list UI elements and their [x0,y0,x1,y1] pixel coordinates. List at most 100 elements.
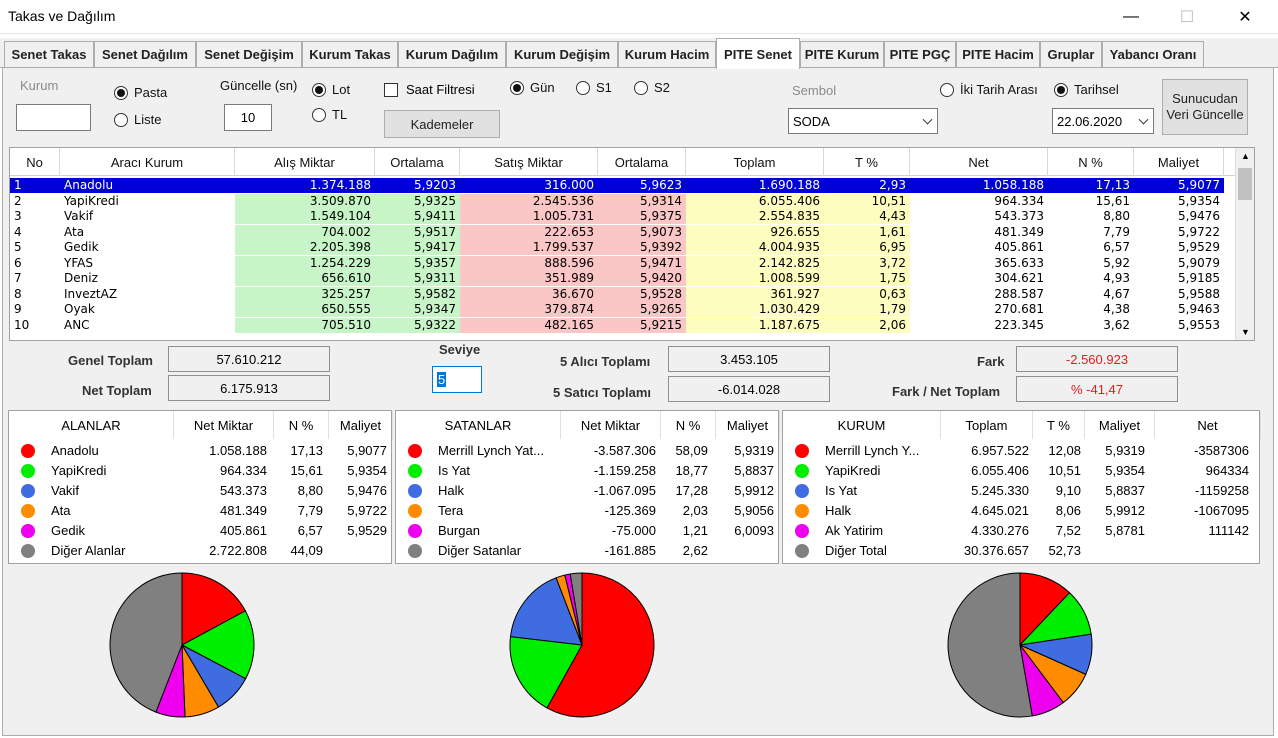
list-item[interactable]: Merrill Lynch Yat... -3.587.306 58,09 5,931… [396,441,778,461]
table-cell: 5,92 [1103,255,1130,270]
tab-kurum-takas[interactable]: Kurum Takas [302,41,398,67]
list-item[interactable]: Is Yat 5.245.330 9,10 5,8837 -1159258 [783,481,1259,501]
column-header[interactable]: Aracı Kurum [60,148,235,176]
list-item[interactable]: Halk -1.067.095 17,28 5,9912 [396,481,778,501]
tab-pite-kurum[interactable]: PITE Kurum [800,41,884,67]
scroll-up-icon[interactable]: ▲ [1241,151,1250,161]
table-cell: 288.587 [994,286,1044,301]
legend-color-dot [795,464,809,478]
list-item[interactable]: Vakif 543.373 8,80 5,9476 [9,481,391,501]
column-header[interactable]: Alış Miktar [235,148,375,176]
tl-radio[interactable]: TL [312,107,347,122]
tab-kurum-hacim[interactable]: Kurum Hacim [618,41,716,67]
kademeler-button[interactable]: Kademeler [384,110,500,138]
close-button[interactable]: ✕ [1222,0,1268,34]
table-row[interactable]: 10 ANC 705.510 5,9322 482.165 5,9215 1.187.675… [10,317,1236,333]
tab-senet-dagilim[interactable]: Senet Dağılım [94,41,196,67]
column-header[interactable]: KURUM [783,411,941,439]
tab-senet-degisim[interactable]: Senet Değişim [196,41,302,67]
tab-yabanci-orani[interactable]: Yabancı Oranı [1102,41,1204,67]
iki-tarih-radio[interactable]: İki Tarih Arası [940,82,1038,97]
minimize-button[interactable]: — [1108,0,1154,34]
column-header[interactable]: N % [274,411,329,439]
column-header[interactable]: Net [1155,411,1261,439]
pasta-radio[interactable]: Pasta [114,85,167,100]
pie-slice [947,572,1033,718]
column-header[interactable]: T % [824,148,910,176]
scroll-thumb[interactable] [1238,168,1252,200]
guncelle-input[interactable]: 10 [224,104,272,131]
column-header[interactable]: N % [661,411,716,439]
gun-radio[interactable]: Gün [510,80,555,95]
maximize-button[interactable]: ☐ [1164,0,1210,34]
column-header[interactable]: SATANLAR [396,411,561,439]
column-header[interactable]: Maliyet [1085,411,1155,439]
table-cell: YFAS [64,255,93,270]
list-item[interactable]: Tera -125.369 2,03 5,9056 [396,501,778,521]
tab-pite-pgc[interactable]: PITE PGÇ [884,41,956,67]
cell-cost [1083,541,1145,561]
column-header[interactable]: Ortalama [375,148,460,176]
list-item[interactable]: Halk 4.645.021 8,06 5,9912 -1067095 [783,501,1259,521]
table-row[interactable]: 1 Anadolu 1.374.188 5,9203 316.000 5,9623 1.69… [10,178,1236,193]
column-header[interactable]: ALANLAR [9,411,174,439]
column-header[interactable]: Toplam [686,148,824,176]
list-item[interactable]: Diğer Satanlar -161.885 2,62 [396,541,778,561]
sembol-combo[interactable]: SODA [788,108,938,134]
s1-radio[interactable]: S1 [576,80,612,95]
table-row[interactable]: 5 Gedik 2.205.398 5,9417 1.799.537 5,9392 4.00… [10,240,1236,255]
saat-filtresi-checkbox[interactable]: Saat Filtresi [384,82,475,97]
column-header[interactable]: Net Miktar [174,411,274,439]
column-header[interactable]: No [10,148,60,176]
table-row[interactable]: 7 Deniz 656.610 5,9311 351.989 5,9420 1.008.59… [10,271,1236,286]
s2-radio[interactable]: S2 [634,80,670,95]
cell-name: Vakif [51,483,79,498]
tab-kurum-degisim[interactable]: Kurum Değişim [506,41,618,67]
column-header[interactable]: Toplam [941,411,1033,439]
column-header[interactable]: Ortalama [598,148,686,176]
kurum-input[interactable] [16,104,91,131]
date-picker[interactable]: 22.06.2020 [1052,108,1154,134]
table-cell: 964.334 [994,193,1044,208]
list-item[interactable]: Diğer Alanlar 2.722.808 44,09 [9,541,391,561]
column-header[interactable]: Maliyet [1134,148,1224,176]
list-item[interactable]: Anadolu 1.058.188 17,13 5,9077 [9,441,391,461]
tab-pite-senet[interactable]: PITE Senet [716,38,800,69]
column-header[interactable]: Net Miktar [561,411,661,439]
list-item[interactable]: Ak Yatirim 4.330.276 7,52 5,8781 111142 [783,521,1259,541]
column-header[interactable]: Satış Miktar [460,148,598,176]
table-row[interactable]: 9 Oyak 650.555 5,9347 379.874 5,9265 1.030.429… [10,302,1236,317]
lot-radio[interactable]: Lot [312,82,350,97]
vertical-scrollbar[interactable]: ▲ ▼ [1235,148,1254,340]
table-row[interactable]: 2 YapiKredi 3.509.870 5,9325 2.545.536 5,9314… [10,193,1236,209]
list-item[interactable]: YapiKredi 6.055.406 10,51 5,9354 964334 [783,461,1259,481]
sembol-value: SODA [793,113,830,129]
tab-senet-takas[interactable]: Senet Takas [4,41,94,67]
scroll-down-icon[interactable]: ▼ [1241,327,1250,337]
column-header[interactable]: Net [910,148,1048,176]
column-header[interactable]: T % [1033,411,1085,439]
seviye-input[interactable]: 5 [432,366,482,393]
table-row[interactable]: 4 Ata 704.002 5,9517 222.653 5,9073 926.655 1,6… [10,224,1236,240]
list-item[interactable]: Burgan -75.000 1,21 6,0093 [396,521,778,541]
column-header[interactable]: Maliyet [329,411,393,439]
cell-name: YapiKredi [51,463,107,478]
list-item[interactable]: Diğer Total 30.376.657 52,73 [783,541,1259,561]
list-item[interactable]: YapiKredi 964.334 15,61 5,9354 [9,461,391,481]
table-row[interactable]: 8 InveztAZ 325.257 5,9582 36.670 5,9528 361.92… [10,286,1236,302]
column-header[interactable]: Maliyet [716,411,780,439]
list-item[interactable]: Ata 481.349 7,79 5,9722 [9,501,391,521]
tab-kurum-dagilim[interactable]: Kurum Dağılım [398,41,506,67]
table-row[interactable]: 6 YFAS 1.254.229 5,9357 888.596 5,9471 2.142.8… [10,255,1236,271]
liste-radio[interactable]: Liste [114,112,161,127]
list-item[interactable]: Gedik 405.861 6,57 5,9529 [9,521,391,541]
tab-pite-hacim[interactable]: PITE Hacim [956,41,1040,67]
tab-gruplar[interactable]: Gruplar [1040,41,1102,67]
sunucudan-veri-guncelle-button[interactable]: Sunucudan Veri Güncelle [1162,79,1248,135]
table-cell: 5,9722 [1178,224,1220,239]
column-header[interactable]: N % [1048,148,1134,176]
tarihsel-radio[interactable]: Tarihsel [1054,82,1119,97]
list-item[interactable]: Is Yat -1.159.258 18,77 5,8837 [396,461,778,481]
list-item[interactable]: Merrill Lynch Y... 6.957.522 12,08 5,9319 -3… [783,441,1259,461]
table-row[interactable]: 3 Vakif 1.549.104 5,9411 1.005.731 5,9375 2.55… [10,209,1236,224]
